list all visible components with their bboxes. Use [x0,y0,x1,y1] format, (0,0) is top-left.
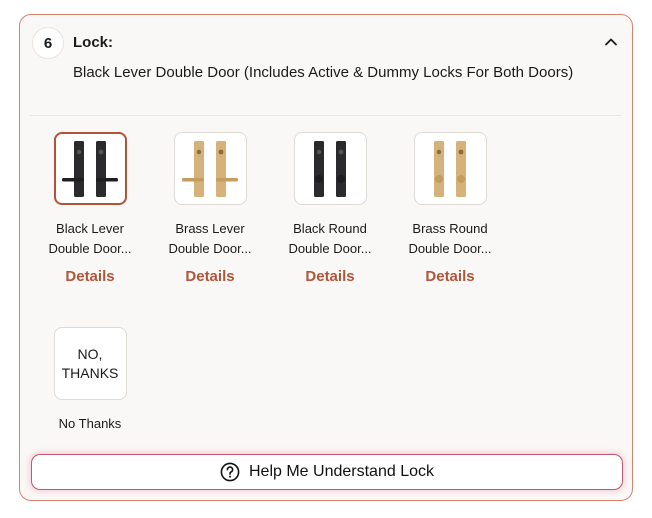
lock-option-label: Black Lever Double Door... [48,221,132,256]
lock-option-label: Brass Lever Double Door... [168,221,252,256]
help-me-understand-button[interactable]: Help Me Understand Lock [31,454,623,490]
black-lever-lock-image [62,140,118,197]
details-link[interactable]: Details [275,268,385,285]
no-thanks-image-text: NO, THANKS [61,345,119,381]
lock-option-no-thanks[interactable]: NO, THANKS No Thanks [35,327,145,434]
lock-option-image[interactable] [413,132,487,205]
selected-lock-summary: Black Lever Double Door (Includes Active… [73,64,574,81]
brass-lever-lock-image [182,140,238,197]
black-round-lock-image [314,140,346,197]
chevron-up-icon[interactable] [602,33,620,51]
step-number-badge: 6 [32,27,64,59]
lock-option-black-round[interactable]: Black Round Double Door... Details [275,132,385,285]
divider [30,115,622,116]
lock-option-label: Brass Round Double Door... [408,221,492,256]
question-circle-icon [220,462,240,482]
lock-option-label: Black Round Double Door... [288,221,372,256]
lock-option-brass-lever[interactable]: Brass Lever Double Door... Details [155,132,265,285]
no-thanks-image[interactable]: NO, THANKS [53,327,127,400]
details-link[interactable]: Details [35,268,145,285]
lock-option-image[interactable] [173,132,247,205]
no-thanks-label: No Thanks [58,416,122,431]
details-link[interactable]: Details [155,268,265,285]
details-link[interactable]: Details [395,268,505,285]
lock-option-brass-round[interactable]: Brass Round Double Door... Details [395,132,505,285]
lock-option-image[interactable] [293,132,367,205]
lock-step-card: 6 Lock: Black Lever Double Door (Include… [19,14,633,501]
lock-option-image[interactable] [53,132,127,205]
help-button-label: Help Me Understand Lock [249,463,434,480]
step-title: Lock: [73,34,114,51]
brass-round-lock-image [434,140,466,197]
lock-option-black-lever[interactable]: Black Lever Double Door... Details [35,132,145,285]
